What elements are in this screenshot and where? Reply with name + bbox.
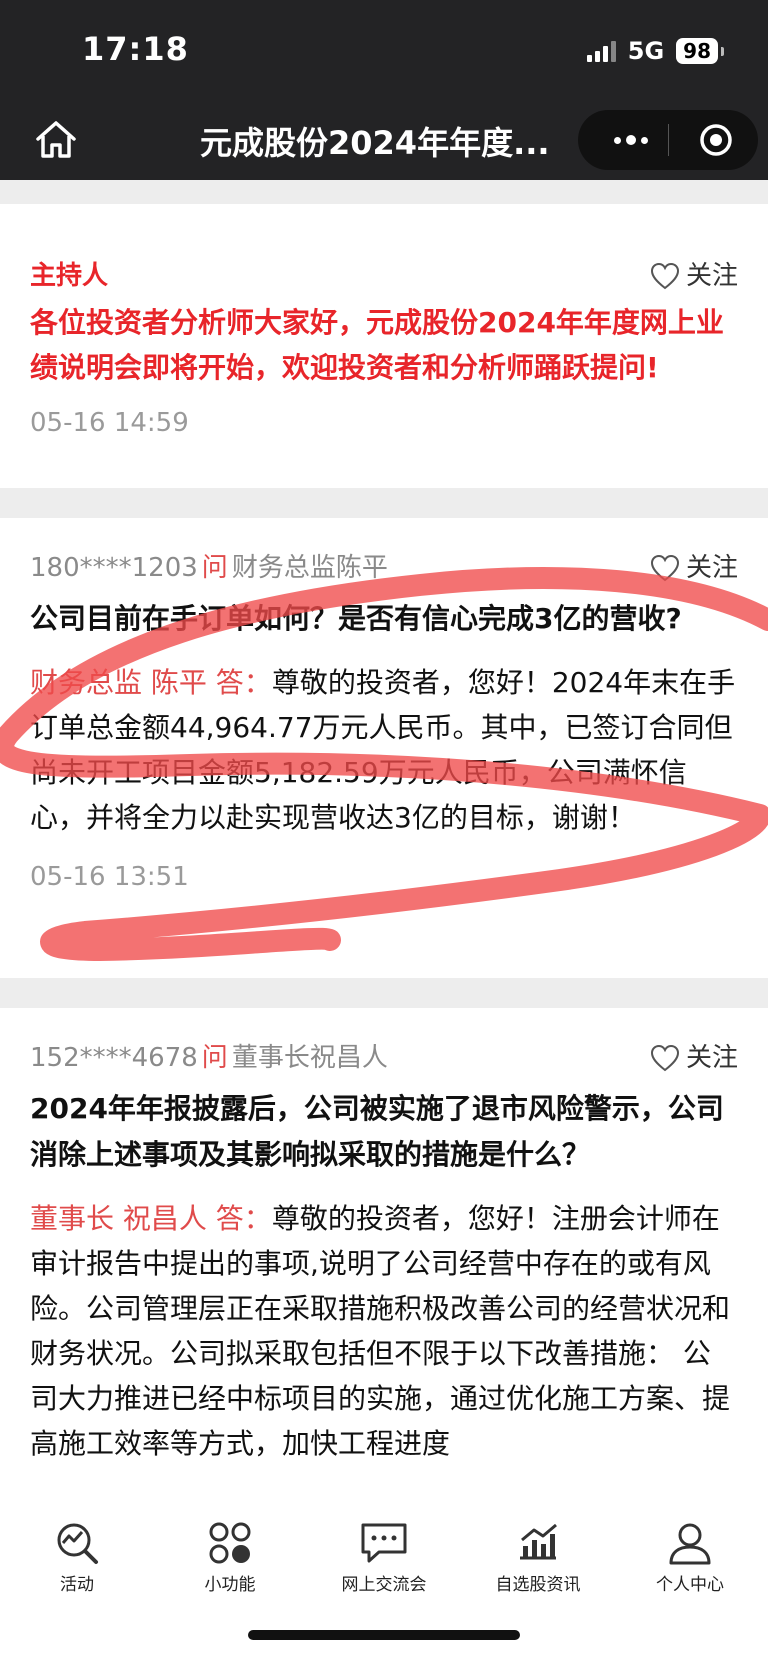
home-button[interactable] [28, 112, 84, 168]
question-target: 财务总监陈平 [231, 553, 388, 583]
nav-bar: 元成股份2024年年度... [0, 100, 768, 180]
status-time: 17:18 [82, 30, 189, 68]
stock-chart-icon [520, 1523, 557, 1560]
more-icon [614, 136, 621, 144]
page-title: 元成股份2024年年度... [200, 124, 550, 162]
tab-label: 网上交流会 [341, 1575, 427, 1595]
answer-text: 董事长 祝昌人 答：尊敬的投资者，您好！注册会计师在审计报告中提出的事项,说明了… [30, 1196, 738, 1466]
follow-button[interactable]: 关注 [650, 548, 738, 588]
answer-body: 尊敬的投资者，您好！注册会计师在审计报告中提出的事项,说明了公司经营中存在的或有… [30, 1202, 731, 1460]
target-close-icon [700, 124, 732, 156]
tab-profile[interactable]: 个人中心 [615, 1520, 765, 1595]
answer-time: 05-16 13:51 [30, 862, 189, 892]
status-bar: 17:18 5G 98 [0, 0, 768, 100]
qa-card: 152****4678 问董事长祝昌人 关注 2024年年报披露后，公司被实施了退… [0, 1008, 768, 1510]
tab-online-meeting[interactable]: 网上交流会 [309, 1520, 459, 1595]
qa-card-header: 180****1203 问财务总监陈平 关注 [30, 548, 738, 588]
qa-card-header: 152****4678 问董事长祝昌人 关注 [30, 1038, 738, 1078]
host-card: 主持人 关注 各位投资者分析师大家好，元成股份2024年年度网上业绩说明会即将开… [0, 204, 768, 488]
question-text: 2024年年报披露后，公司被实施了退市风险警示，公司消除上述事项及其影响拟采取的… [30, 1092, 724, 1171]
follow-button[interactable]: 关注 [650, 1038, 738, 1078]
capsule-divider [668, 124, 669, 156]
heart-icon [650, 262, 679, 290]
question-target: 董事长祝昌人 [231, 1043, 388, 1073]
close-mini-program-button[interactable] [686, 110, 746, 170]
bottom-tab-bar: 活动 小功能 网上交流会 自选股资讯 个人中心 [0, 1510, 768, 1663]
network-type: 5G [627, 37, 665, 65]
asker-id: 152****4678 [30, 1043, 198, 1073]
follow-button[interactable]: 关注 [650, 256, 738, 296]
more-button[interactable] [596, 110, 666, 170]
asker-id: 180****1203 [30, 553, 198, 583]
host-message: 各位投资者分析师大家好，元成股份2024年年度网上业绩说明会即将开始，欢迎投资者… [30, 306, 724, 384]
ask-label: 问 [201, 553, 228, 583]
follow-label: 关注 [685, 1043, 738, 1073]
tab-label: 自选股资讯 [495, 1575, 581, 1595]
host-role: 主持人 [30, 261, 109, 291]
home-icon [36, 121, 76, 158]
tab-activity[interactable]: 活动 [2, 1520, 152, 1595]
answerer-label: 财务总监 陈平 答： [30, 666, 272, 699]
status-indicators: 5G 98 [586, 36, 724, 66]
qa-card: 180****1203 问财务总监陈平 关注 公司目前在手订单如何？是否有信心完成… [0, 518, 768, 978]
tab-label: 个人中心 [656, 1575, 724, 1595]
battery-icon: 98 [676, 38, 724, 64]
host-card-header: 主持人 关注 [30, 256, 738, 296]
activity-chart-icon [57, 1523, 98, 1564]
tab-functions[interactable]: 小功能 [155, 1520, 305, 1595]
ask-label: 问 [201, 1043, 228, 1073]
question-text: 公司目前在手订单如何？是否有信心完成3亿的营收? [30, 602, 682, 635]
tab-label: 活动 [60, 1575, 94, 1595]
home-indicator [248, 1630, 520, 1640]
chat-bubble-icon [361, 1523, 407, 1563]
answerer-label: 董事长 祝昌人 答： [30, 1202, 272, 1235]
tab-label: 小功能 [204, 1575, 256, 1595]
signal-icon [586, 40, 616, 62]
message-time: 05-16 14:59 [30, 408, 189, 438]
follow-label: 关注 [685, 553, 738, 583]
answer-text: 财务总监 陈平 答：尊敬的投资者，您好！2024年末在手订单总金额44,964.… [30, 660, 738, 840]
heart-icon [650, 554, 679, 582]
user-icon [669, 1523, 711, 1565]
follow-label: 关注 [685, 261, 738, 291]
heart-icon [650, 1044, 679, 1072]
tab-stock-news[interactable]: 自选股资讯 [463, 1520, 613, 1595]
grid-apps-icon [209, 1522, 251, 1564]
mini-program-capsule [578, 110, 758, 170]
qa-feed[interactable]: 主持人 关注 各位投资者分析师大家好，元成股份2024年年度网上业绩说明会即将开… [0, 180, 768, 1510]
